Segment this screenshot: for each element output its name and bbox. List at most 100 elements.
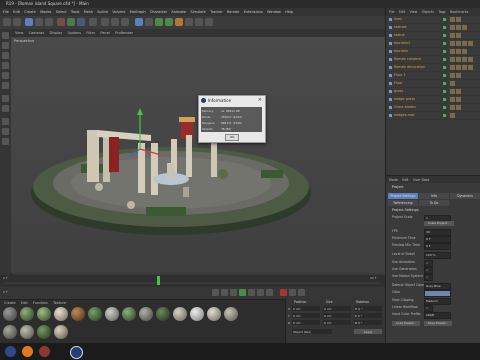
menu-create[interactable]: Create	[24, 10, 36, 14]
visibility-icon[interactable]	[443, 89, 446, 93]
tab-referencing[interactable]: Referencing	[388, 200, 418, 206]
next-key-icon[interactable]	[257, 289, 264, 296]
menu-edit[interactable]: Edit	[13, 10, 20, 14]
menu-extensions[interactable]: Extensions	[244, 10, 263, 14]
goto-start-icon[interactable]	[212, 289, 219, 296]
menu-mesh[interactable]: Mesh	[84, 10, 93, 14]
polygons-mode-icon[interactable]	[2, 82, 9, 89]
rotation-p-field[interactable]: P 0 °	[354, 313, 382, 318]
menu-window[interactable]: Window	[267, 10, 281, 14]
level-of-detail-field[interactable]: 100 %	[424, 252, 451, 259]
attr-menu-edit[interactable]: Edit	[402, 178, 408, 182]
scale-tool-icon[interactable]	[35, 18, 43, 26]
object-row[interactable]: fountain2	[386, 40, 480, 48]
prev-key-icon[interactable]	[221, 289, 228, 296]
menu-help[interactable]: Help	[285, 10, 293, 14]
preview-min-time-field[interactable]: 0 F	[424, 243, 451, 250]
array-icon[interactable]	[165, 18, 173, 26]
keyframe-icon[interactable]	[298, 289, 305, 296]
viewport-menu-cameras[interactable]: Cameras	[29, 31, 45, 35]
render-settings-icon[interactable]	[121, 18, 129, 26]
input-color-profile-select[interactable]: sRGB	[424, 312, 451, 319]
material-swatch[interactable]	[71, 307, 85, 321]
menu-file[interactable]: File	[3, 10, 9, 14]
object-row[interactable]: Roman columns	[386, 56, 480, 64]
material-swatch[interactable]	[88, 307, 102, 321]
visibility-icon[interactable]	[443, 25, 446, 29]
camera-icon[interactable]	[195, 18, 203, 26]
rotation-h-field[interactable]: H 0 °	[354, 306, 382, 311]
viewport-menu-prorender[interactable]: ProRender	[115, 31, 133, 35]
menu-tracker[interactable]: Tracker	[210, 10, 223, 14]
visibility-icon[interactable]	[443, 17, 446, 21]
material-swatch[interactable]	[207, 307, 221, 321]
cinema4d-icon[interactable]	[70, 346, 83, 359]
coordinate-system-icon[interactable]	[89, 18, 97, 26]
material-swatch[interactable]	[54, 325, 68, 339]
object-row[interactable]: Floor 1	[386, 72, 480, 80]
material-swatch[interactable]	[20, 307, 34, 321]
material-swatch[interactable]	[20, 325, 34, 339]
size-y-field[interactable]: 0 cm	[323, 313, 351, 318]
default-object-color-select[interactable]: Gray Blue	[424, 283, 451, 290]
material-swatch[interactable]	[3, 325, 17, 339]
visibility-icon[interactable]	[443, 73, 446, 77]
use-animation-checkbox[interactable]: ✓	[424, 260, 433, 267]
apply-button[interactable]: Apply	[354, 329, 382, 334]
visibility-icon[interactable]	[443, 105, 446, 109]
material-menu-edit[interactable]: Edit	[21, 301, 28, 305]
minimum-time-field[interactable]: 0 F	[424, 236, 451, 243]
make-editable-icon[interactable]	[2, 32, 9, 39]
y-axis-icon[interactable]	[67, 18, 75, 26]
material-menu-texture[interactable]: Texture	[53, 301, 66, 305]
tab-to-do[interactable]: To Do	[419, 200, 449, 206]
scale-project-button[interactable]: Scale Project...	[424, 221, 454, 226]
light-icon[interactable]	[205, 18, 213, 26]
view-clipping-select[interactable]: Medium	[424, 298, 451, 305]
visibility-icon[interactable]	[443, 57, 446, 61]
material-swatch[interactable]	[37, 307, 51, 321]
object-row[interactable]: hedge grass	[386, 96, 480, 104]
menu-volume[interactable]: Volume	[112, 10, 125, 14]
play-icon[interactable]	[239, 289, 246, 296]
use-generators-checkbox[interactable]: ✓	[424, 267, 433, 274]
viewport-menu-display[interactable]: Display	[49, 31, 62, 35]
model-mode-icon[interactable]	[2, 42, 9, 49]
rotate-tool-icon[interactable]	[45, 18, 53, 26]
om-menu-tags[interactable]: Tags	[438, 10, 445, 14]
render-view-icon[interactable]	[101, 18, 109, 26]
subdivision-icon[interactable]	[155, 18, 163, 26]
move-tool-icon[interactable]	[25, 18, 33, 26]
om-menu-file[interactable]: File	[389, 10, 395, 14]
material-swatch[interactable]	[105, 307, 119, 321]
z-axis-icon[interactable]	[77, 18, 85, 26]
pen-icon[interactable]	[145, 18, 153, 26]
tab-project-settings[interactable]: Project Settings	[388, 193, 418, 199]
cube-icon[interactable]	[135, 18, 143, 26]
record-icon[interactable]	[280, 289, 287, 296]
material-swatch[interactable]	[139, 307, 153, 321]
3d-viewport[interactable]: Perspective	[11, 37, 385, 273]
edges-mode-icon[interactable]	[2, 72, 9, 79]
save-preset-button[interactable]: Save Preset...	[424, 321, 452, 326]
visibility-icon[interactable]	[443, 41, 446, 45]
material-menu-function[interactable]: Function	[33, 301, 48, 305]
om-menu-bookmarks[interactable]: Bookmarks	[450, 10, 468, 14]
menu-modes[interactable]: Modes	[40, 10, 51, 14]
material-swatch[interactable]	[3, 307, 17, 321]
app-icon[interactable]	[39, 346, 50, 357]
position-x-field[interactable]: 0 cm	[292, 306, 320, 311]
viewport-menu-view[interactable]: View	[15, 31, 23, 35]
tab-dynamics[interactable]: Dynamics	[450, 193, 480, 199]
viewport-menu-filter[interactable]: Filter	[86, 31, 95, 35]
blender-icon[interactable]	[22, 346, 33, 357]
texture-mode-icon[interactable]	[2, 52, 9, 59]
deformer-icon[interactable]	[175, 18, 183, 26]
material-swatch[interactable]	[37, 325, 51, 339]
goto-end-icon[interactable]	[266, 289, 273, 296]
object-row[interactable]: hedges-mat	[386, 112, 480, 120]
visibility-icon[interactable]	[443, 81, 446, 85]
object-row[interactable]: lines	[386, 16, 480, 24]
material-swatch[interactable]	[122, 307, 136, 321]
om-menu-edit[interactable]: Edit	[399, 10, 405, 14]
